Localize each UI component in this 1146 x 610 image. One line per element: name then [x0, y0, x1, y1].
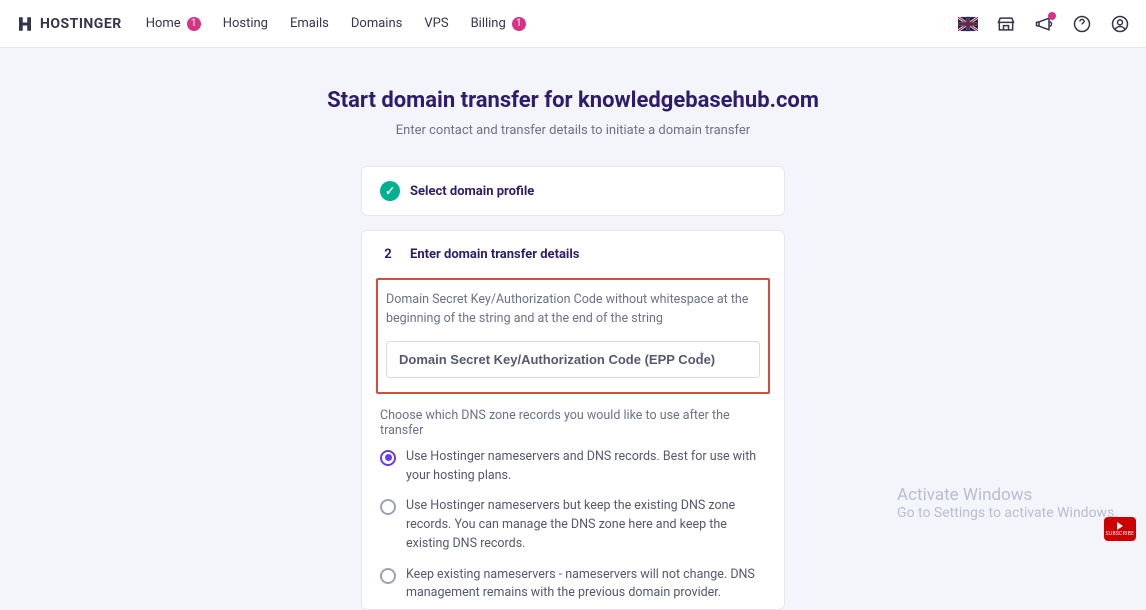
topbar-actions: [958, 14, 1130, 34]
hostinger-logo-icon: [16, 15, 34, 33]
account-icon: [1110, 14, 1130, 34]
radio-label: Keep existing nameservers - nameservers …: [406, 566, 766, 604]
dns-option-1[interactable]: Use Hostinger nameservers and DNS record…: [380, 448, 766, 486]
dns-option-2[interactable]: Use Hostinger nameservers but keep the e…: [380, 497, 766, 553]
storefront-button[interactable]: [996, 14, 1016, 34]
step-1-card[interactable]: ✓ Select domain profile: [361, 166, 785, 216]
nav-label: Home: [146, 16, 181, 31]
nav-item-billing[interactable]: Billing 1: [471, 16, 526, 31]
youtube-subscribe-badge[interactable]: SUBSCRIBE: [1104, 517, 1136, 541]
radio-label: Use Hostinger nameservers and DNS record…: [406, 448, 766, 486]
required-marker: *: [700, 351, 704, 362]
topbar: HOSTINGER Home 1 Hosting Emails Domains …: [0, 0, 1146, 48]
locale-switcher[interactable]: [958, 14, 978, 34]
page-title: Start domain transfer for knowledgebaseh…: [327, 88, 819, 113]
main-content: Start domain transfer for knowledgebaseh…: [0, 48, 1146, 610]
nav-item-emails[interactable]: Emails: [290, 16, 329, 31]
step-1-label: Select domain profile: [410, 184, 534, 199]
nav-label: Emails: [290, 16, 329, 31]
dns-section-title: Choose which DNS zone records you would …: [380, 408, 766, 438]
nav-item-home[interactable]: Home 1: [146, 16, 201, 31]
nav-item-hosting[interactable]: Hosting: [223, 16, 268, 31]
brand-text: HOSTINGER: [40, 16, 122, 32]
help-icon: [1072, 14, 1092, 34]
notification-dot: [1048, 12, 1056, 20]
nav-label: Billing: [471, 16, 506, 31]
nav-badge: 1: [187, 17, 201, 31]
nav-badge: 1: [512, 17, 526, 31]
radio-input[interactable]: [380, 568, 396, 584]
subscribe-label: SUBSCRIBE: [1106, 531, 1135, 537]
step-2-card: 2 Enter domain transfer details Domain S…: [361, 230, 785, 610]
step-2-header: 2 Enter domain transfer details: [380, 247, 766, 262]
dns-option-3[interactable]: Keep existing nameservers - nameservers …: [380, 566, 766, 604]
main-nav: Home 1 Hosting Emails Domains VPS Billin…: [146, 16, 526, 31]
nav-label: Domains: [351, 16, 402, 31]
page-subtitle: Enter contact and transfer details to in…: [396, 123, 750, 138]
epp-highlight-box: Domain Secret Key/Authorization Code wit…: [376, 278, 770, 394]
account-button[interactable]: [1110, 14, 1130, 34]
radio-input[interactable]: [380, 499, 396, 515]
radio-label: Use Hostinger nameservers but keep the e…: [406, 497, 766, 553]
step-number: 2: [380, 247, 396, 262]
nav-label: Hosting: [223, 16, 268, 31]
epp-help-text: Domain Secret Key/Authorization Code wit…: [386, 290, 760, 329]
announcements-button[interactable]: [1034, 14, 1054, 34]
brand-logo[interactable]: HOSTINGER: [16, 15, 122, 33]
nav-item-domains[interactable]: Domains: [351, 16, 402, 31]
storefront-icon: [996, 14, 1016, 34]
radio-input[interactable]: [380, 450, 396, 466]
check-icon: ✓: [380, 181, 400, 201]
nav-label: VPS: [424, 16, 448, 31]
help-button[interactable]: [1072, 14, 1092, 34]
play-icon: [1117, 522, 1123, 530]
step-2-title: Enter domain transfer details: [410, 247, 579, 262]
nav-item-vps[interactable]: VPS: [424, 16, 448, 31]
flag-uk-icon: [958, 14, 978, 34]
